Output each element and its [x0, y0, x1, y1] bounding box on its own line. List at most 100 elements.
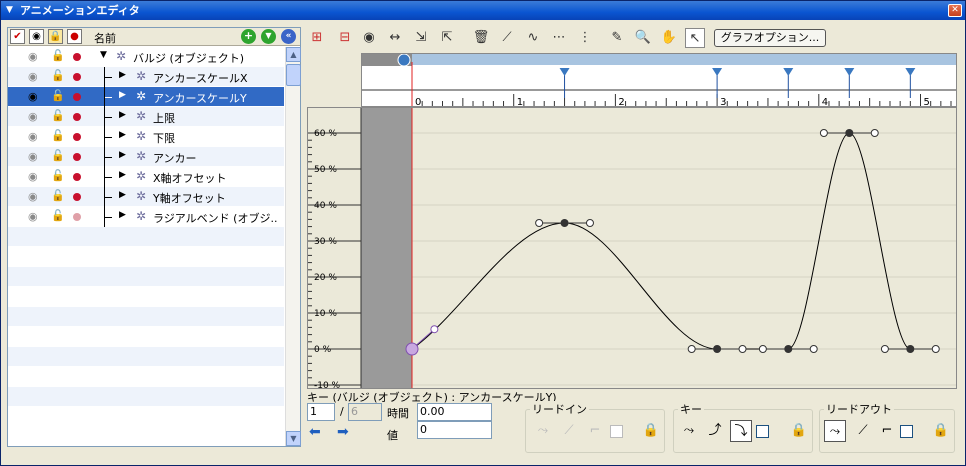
lock-icon[interactable]: 🔒 [48, 29, 63, 44]
lock-icon[interactable]: 🔓 [51, 149, 65, 162]
graph-options-button[interactable]: グラフオプション... [714, 29, 826, 47]
lock-icon[interactable]: 🔓 [51, 209, 65, 222]
key-point[interactable] [906, 345, 915, 353]
playhead-handle[interactable] [397, 54, 411, 67]
record-icon[interactable]: ● [67, 29, 82, 44]
step-icon[interactable]: ⋯ [549, 28, 569, 48]
visibility-icon[interactable]: ◉ [28, 110, 38, 123]
zoom-icon[interactable]: 🔍 [633, 28, 653, 48]
check-icon[interactable]: ✔ [10, 29, 25, 44]
lead-in-step-icon[interactable]: ⌐ [584, 420, 606, 442]
record-dot-icon[interactable] [73, 53, 81, 61]
collapse-all-icon[interactable]: « [281, 29, 296, 44]
tangent-handle[interactable] [758, 345, 767, 353]
expand-arrow-icon[interactable]: ▶ [119, 130, 126, 140]
keyframe-marker[interactable] [559, 68, 570, 76]
visibility-icon[interactable]: ◉ [28, 170, 38, 183]
tangent-handle[interactable] [870, 129, 879, 137]
pointer-icon[interactable]: ↖ [685, 28, 705, 48]
lead-out-smooth-icon[interactable]: ⤳ [824, 420, 846, 442]
key-point[interactable] [560, 219, 569, 227]
tangent-handle-selected[interactable] [430, 325, 439, 334]
lock-icon[interactable]: 🔓 [51, 89, 65, 102]
lock-icon[interactable]: 🔓 [51, 109, 65, 122]
lock-icon[interactable]: 🔓 [51, 69, 65, 82]
visibility-icon[interactable]: ◉ [28, 130, 38, 143]
tree-row[interactable]: ◉ 🔓 ▶ ✲ アンカースケールX [8, 67, 284, 87]
close-button[interactable]: ✕ [948, 4, 962, 17]
record-dot-icon[interactable] [73, 173, 81, 181]
fit-horizontal-icon[interactable]: ↔ [385, 28, 405, 48]
visibility-icon[interactable]: ◉ [28, 150, 38, 163]
visibility-icon[interactable]: ◉ [28, 50, 38, 63]
visibility-icon[interactable]: ◉ [28, 70, 38, 83]
time-input[interactable]: 0.00 [417, 403, 492, 421]
tree-scrollbar[interactable]: ▲ ▼ [285, 47, 301, 446]
tree-row[interactable]: ◉ 🔓 ▼ ✲ バルジ (オブジェクト) [8, 47, 284, 67]
timeline-ruler[interactable]: 0 1 2 3 4 5 [361, 53, 957, 107]
key-point[interactable] [713, 345, 722, 353]
vertical-icon[interactable]: ⋮ [575, 28, 595, 48]
key-corner-icon[interactable]: ⤴ [704, 420, 726, 442]
tree-row[interactable]: ◉ 🔓 ▶ ✲ X軸オフセット [8, 167, 284, 187]
lead-out-linear-icon[interactable]: ⟋ [852, 420, 874, 442]
tangent-handle[interactable] [535, 219, 544, 227]
lock-icon[interactable]: 🔓 [51, 169, 65, 182]
title-bar[interactable]: ▼ アニメーションエディタ ✕ [1, 1, 965, 20]
expand-arrow-icon[interactable]: ▶ [119, 90, 126, 100]
lead-in-checkbox[interactable] [610, 425, 623, 438]
lead-out-lock-icon[interactable]: 🔒 [930, 420, 952, 442]
prev-key-icon[interactable]: ⬅ [309, 424, 321, 440]
add-key-icon[interactable]: ⊞ [307, 28, 327, 48]
keyframe-marker[interactable] [905, 68, 916, 76]
expand-arrow-icon[interactable]: ▶ [119, 110, 126, 120]
spline-icon[interactable]: ∿ [523, 28, 543, 48]
keyframe-marker[interactable] [712, 68, 723, 76]
tangent-handle[interactable] [585, 219, 594, 227]
tangent-handle[interactable] [809, 345, 818, 353]
tangent-handle[interactable] [931, 345, 940, 353]
down-icon[interactable]: ▼ [261, 29, 276, 44]
curve-graph[interactable]: 60 % 50 % 40 % 30 % 20 % 10 % 0 % -10 % [307, 107, 957, 389]
collapse-icon[interactable]: ▼ [6, 1, 13, 20]
expand-arrow-icon[interactable]: ▶ [119, 150, 126, 160]
fit-vertical-icon[interactable]: ⇲ [411, 28, 431, 48]
key-point-selected[interactable] [405, 342, 419, 356]
pen-icon[interactable]: ✎ [607, 28, 627, 48]
tangent-handle[interactable] [880, 345, 889, 353]
visibility-icon[interactable]: ◉ [28, 90, 38, 103]
tree-row[interactable]: ◉ 🔓 ▶ ✲ アンカー [8, 147, 284, 167]
tangent-handle[interactable] [819, 129, 828, 137]
tree-row-selected[interactable]: ◉ 🔓 ▶ ✲ アンカースケールY [8, 87, 284, 107]
tangent-handle[interactable] [738, 345, 747, 353]
scroll-thumb[interactable] [286, 64, 301, 86]
record-dot-icon[interactable] [73, 93, 81, 101]
lock-icon[interactable]: 🔓 [51, 129, 65, 142]
expand-arrow-icon[interactable]: ▶ [119, 210, 126, 220]
visibility-icon[interactable]: ◉ [28, 210, 38, 223]
linear-icon[interactable]: ⟋ [497, 28, 517, 48]
keyframe-marker[interactable] [783, 68, 794, 76]
scroll-down-icon[interactable]: ▼ [286, 431, 301, 446]
visibility-icon[interactable]: ◉ [28, 190, 38, 203]
record-dot-icon[interactable] [73, 133, 81, 141]
lead-out-checkbox[interactable] [900, 425, 913, 438]
lock-icon[interactable]: 🔓 [51, 49, 65, 62]
key-lock-icon[interactable]: 🔒 [788, 420, 810, 442]
lead-in-smooth-icon[interactable]: ⤳ [532, 420, 554, 442]
fit-selection-icon[interactable]: ⇱ [437, 28, 457, 48]
lead-out-step-icon[interactable]: ⌐ [876, 420, 898, 442]
record-dot-icon[interactable] [73, 73, 81, 81]
scroll-up-icon[interactable]: ▲ [286, 47, 301, 62]
key-bezier-icon[interactable]: ⤵ [730, 420, 752, 442]
record-dot-icon[interactable] [73, 153, 81, 161]
key-checkbox[interactable] [756, 425, 769, 438]
key-smooth-icon[interactable]: ⤳ [678, 420, 700, 442]
expand-arrow-icon[interactable]: ▶ [119, 190, 126, 200]
next-key-icon[interactable]: ➡ [337, 424, 349, 440]
record-dot-icon[interactable] [73, 113, 81, 121]
tangent-handle[interactable] [687, 345, 696, 353]
expand-arrow-icon[interactable]: ▶ [119, 170, 126, 180]
eye-icon[interactable]: ◉ [29, 29, 44, 44]
add-icon[interactable]: + [241, 29, 256, 44]
